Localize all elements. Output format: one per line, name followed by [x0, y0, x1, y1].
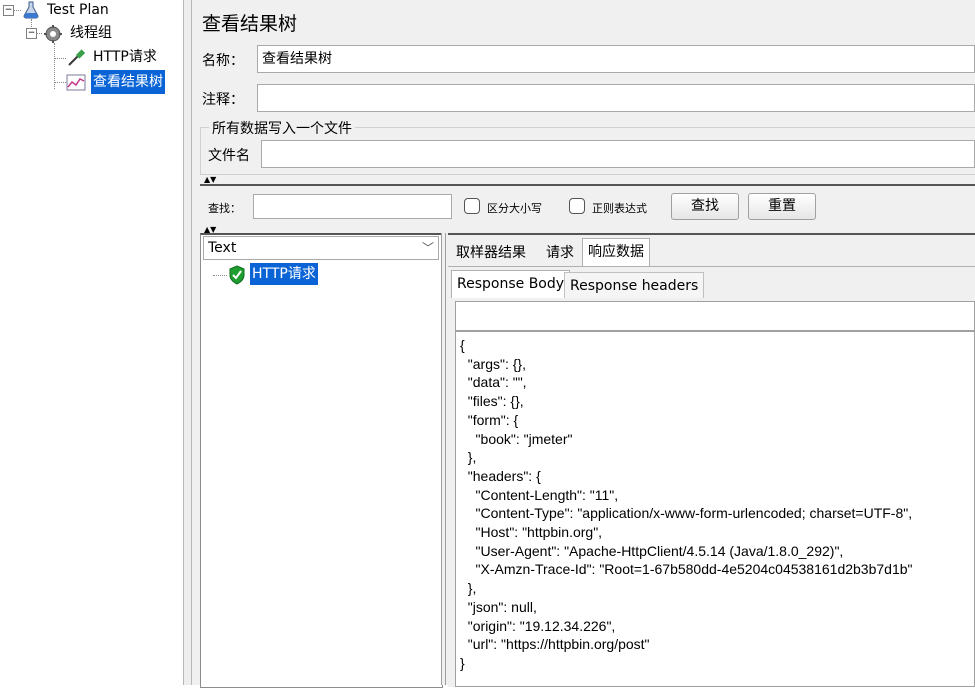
comment-label: 注释：	[202, 92, 244, 108]
search-toolbar: 查找： 区分大小写 正则表达式 查找 重置	[200, 184, 975, 232]
response-search-input[interactable]	[455, 301, 975, 331]
result-item-label: HTTP请求	[252, 266, 316, 282]
tree-item-label: 线程组	[70, 25, 112, 41]
response-body-line: "book": "jmeter"	[460, 430, 573, 447]
tree-connector	[36, 33, 42, 34]
tree-item-label: HTTP请求	[93, 49, 157, 65]
panel-title: 查看结果树	[202, 13, 298, 35]
tree-item-label: 查看结果树	[93, 74, 163, 90]
view-results-tree-panel: 查看结果树 名称： 查看结果树 注释： 所有数据写入一个文件 文件名 ▲▼ 查找…	[192, 0, 975, 688]
find-button[interactable]: 查找	[671, 193, 739, 220]
name-label: 名称：	[202, 53, 244, 69]
tab-divider	[448, 266, 975, 267]
response-body-line: "X-Amzn-Trace-Id": "Root=1-67b580dd-4e52…	[460, 561, 913, 578]
result-detail: 取样器结果 请求 响应数据 Response Body Response hea…	[448, 233, 975, 687]
response-body-line: "json": null,	[460, 598, 537, 615]
collapse-arrows-icon[interactable]: ▲▼	[204, 176, 216, 184]
tree-item-thread-group[interactable]: 线程组	[70, 23, 112, 43]
tree-item-http-request[interactable]: HTTP请求	[93, 47, 157, 67]
renderer-select-value: Text	[208, 240, 237, 256]
results-list: Text ﹀ HTTP请求	[200, 233, 443, 688]
response-body[interactable]: { "args": {}, "data": "", "files": {}, "…	[455, 331, 975, 687]
file-group-title: 所有数据写入一个文件	[209, 118, 355, 138]
tree-connector	[54, 58, 66, 59]
response-body-line: },	[460, 580, 477, 597]
tree-item-view-results-tree[interactable]: 查看结果树	[91, 70, 165, 94]
tree-item-test-plan[interactable]: Test Plan	[47, 0, 109, 20]
response-body-line: "Host": "httpbin.org",	[460, 524, 603, 540]
regex-checkbox[interactable]	[569, 198, 585, 214]
main-splitter[interactable]	[183, 0, 192, 685]
response-body-line: "files": {},	[460, 393, 524, 410]
response-body-line: }	[460, 654, 465, 671]
tree-item-label: Test Plan	[47, 2, 109, 18]
results-splitter[interactable]	[441, 233, 446, 685]
response-body-line: "Content-Type": "application/x-www-form-…	[460, 505, 913, 522]
response-body-line: "User-Agent": "Apache-HttpClient/4.5.14 …	[460, 542, 844, 559]
chevron-down-icon: ﹀	[421, 241, 434, 255]
response-body-line: "origin": "19.12.34.226",	[460, 617, 616, 634]
regex-label: 正则表达式	[592, 202, 647, 215]
renderer-select[interactable]: Text ﹀	[203, 236, 439, 260]
success-shield-icon	[228, 265, 246, 289]
response-body-line: "args": {},	[460, 355, 526, 372]
pipette-icon	[66, 48, 86, 72]
graph-icon	[66, 72, 86, 96]
tab-sampler-result[interactable]: 取样器结果	[451, 240, 531, 266]
filename-field[interactable]	[261, 140, 975, 168]
response-body-line: "form": {	[460, 411, 519, 428]
tab-request[interactable]: 请求	[541, 240, 579, 266]
tab-response-headers[interactable]: Response headers	[564, 272, 705, 298]
name-field[interactable]: 查看结果树	[257, 45, 975, 73]
comment-field[interactable]	[257, 84, 975, 112]
response-body-line: "headers": {	[460, 467, 541, 484]
reset-button[interactable]: 重置	[748, 193, 816, 220]
tree-connector	[213, 275, 227, 276]
tree-connector	[13, 10, 21, 11]
filename-label: 文件名	[208, 148, 250, 164]
tab-response-data[interactable]: 响应数据	[582, 238, 650, 266]
response-body-line: {	[460, 337, 465, 353]
search-label: 查找：	[208, 202, 241, 215]
test-plan-tree: − Test Plan − 线程组 HTTP请求 查看结果树	[0, 0, 183, 685]
response-body-line: "url": "https://httpbin.org/post"	[460, 636, 650, 653]
tab-response-body[interactable]: Response Body	[451, 270, 571, 298]
result-item[interactable]: HTTP请求	[250, 263, 318, 285]
search-input[interactable]	[253, 194, 452, 219]
tree-connector	[54, 82, 66, 83]
gear-icon	[43, 24, 63, 48]
case-sensitive-label: 区分大小写	[487, 202, 542, 215]
response-body-line: },	[460, 449, 477, 466]
case-sensitive-checkbox[interactable]	[464, 198, 480, 214]
response-body-line: "Content-Length": "11",	[460, 486, 619, 503]
response-body-line: "data": "",	[460, 374, 527, 391]
